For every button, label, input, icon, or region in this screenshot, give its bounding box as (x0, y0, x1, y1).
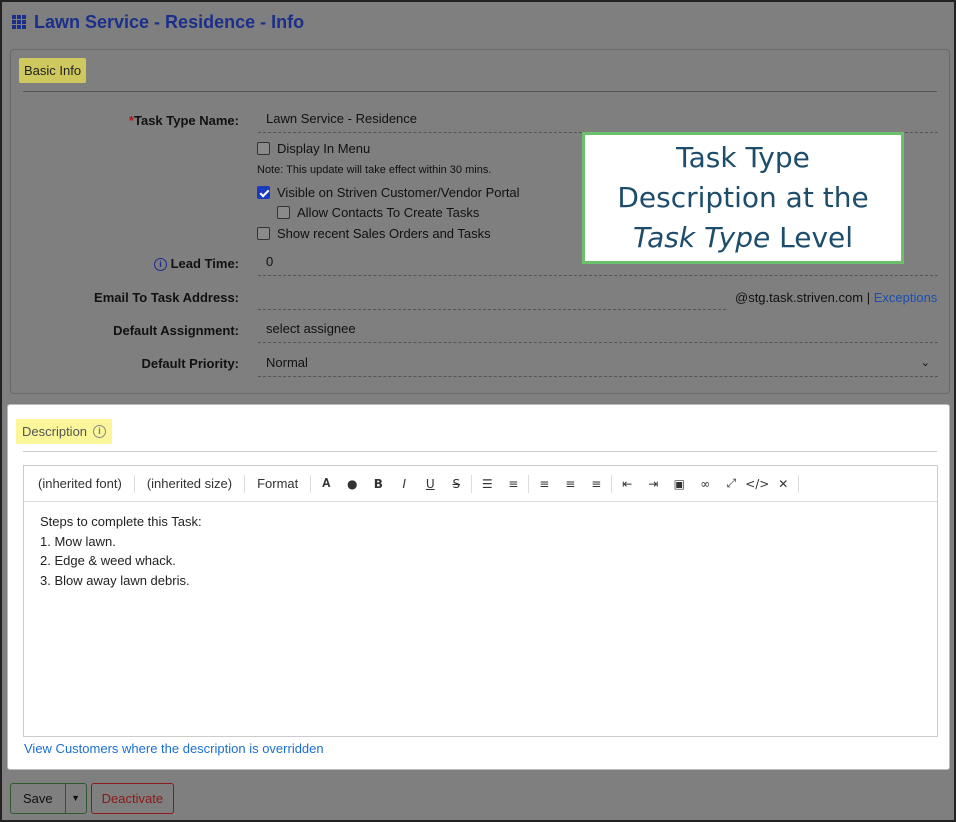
window-frame: Lawn Service - Residence - Info Basic In… (0, 0, 956, 822)
deactivate-button[interactable]: Deactivate (90, 783, 175, 814)
clear-format-icon[interactable]: ✕ (770, 477, 796, 491)
content-line: 2. Edge & weed whack. (40, 553, 176, 568)
save-split-button: Save ▼ (10, 783, 87, 814)
callout-line-2: Description at the (617, 181, 869, 214)
ordered-list-icon[interactable]: ☰ (474, 477, 500, 491)
link-icon[interactable]: ∞ (692, 477, 718, 491)
bold-icon[interactable]: B (365, 477, 391, 491)
default-assignment-label: Default Assignment: (113, 323, 239, 338)
info-icon[interactable]: i (93, 425, 107, 438)
info-icon[interactable]: i (153, 258, 167, 272)
email-to-task-label: Email To Task Address: (94, 290, 239, 305)
divider (23, 91, 937, 92)
editor-toolbar: (inherited font) (inherited size) Format… (24, 466, 937, 502)
lead-time-label: i Lead Time: (3, 256, 239, 272)
content-line: Steps to complete this Task: (40, 514, 202, 529)
task-type-name-label: *Task Type Name: (128, 113, 239, 128)
content-line: 1. Mow lawn. (40, 533, 116, 549)
indent-icon[interactable]: ⇥ (640, 477, 666, 491)
allow-contacts-option[interactable]: Allow Contacts To Create Tasks (277, 205, 479, 220)
content-line: 3. Blow away lawn debris. (40, 572, 190, 588)
rich-text-editor: (inherited font) (inherited size) Format… (23, 465, 938, 737)
font-family-dropdown[interactable]: (inherited font) (28, 476, 132, 491)
update-note: Note: This update will take effect withi… (257, 164, 492, 176)
view-overrides-link[interactable]: View Customers where the description is … (24, 741, 324, 756)
show-recent-checkbox[interactable] (257, 227, 270, 240)
exceptions-link[interactable]: Exceptions (874, 290, 938, 305)
task-type-name-input[interactable]: Lawn Service - Residence (258, 107, 938, 133)
italic-icon[interactable]: I (391, 477, 417, 491)
allow-contacts-checkbox[interactable] (277, 206, 290, 219)
action-bar: Save ▼ Deactivate (10, 783, 175, 814)
display-in-menu-option[interactable]: Display In Menu (257, 141, 370, 156)
description-label: Description i (16, 419, 113, 444)
visible-portal-checkbox[interactable] (257, 186, 270, 199)
default-priority-value: Normal (266, 355, 308, 370)
callout-line-1: Task Type (676, 141, 810, 174)
bullet-list-icon[interactable]: ≡ (500, 477, 526, 491)
save-button[interactable]: Save (11, 784, 66, 813)
format-dropdown[interactable]: Format (247, 476, 308, 491)
grid-icon[interactable] (12, 15, 26, 29)
caret-down-icon[interactable]: ▼ (66, 784, 86, 813)
visible-portal-option[interactable]: Visible on Striven Customer/Vendor Porta… (257, 185, 520, 200)
show-recent-label: Show recent Sales Orders and Tasks (277, 226, 491, 241)
basic-info-label: Basic Info (19, 58, 87, 83)
underline-icon[interactable]: U (417, 477, 443, 491)
callout-line-3: Task Type Level (632, 221, 854, 254)
code-view-icon[interactable]: </> (744, 477, 770, 491)
align-center-icon[interactable]: ≡ (557, 477, 583, 491)
page-header: Lawn Service - Residence - Info (12, 10, 304, 34)
display-in-menu-checkbox[interactable] (257, 142, 270, 155)
editor-content[interactable]: Steps to complete this Task: 1. Mow lawn… (24, 502, 937, 600)
visible-portal-label: Visible on Striven Customer/Vendor Porta… (277, 185, 520, 200)
image-icon[interactable]: ▣ (666, 477, 692, 491)
display-in-menu-label: Display In Menu (277, 141, 371, 156)
align-left-icon[interactable]: ≡ (531, 477, 557, 491)
allow-contacts-label: Allow Contacts To Create Tasks (297, 205, 480, 220)
highlight-color-icon[interactable]: ● (339, 477, 365, 491)
default-assignment-input[interactable]: select assignee (258, 317, 938, 343)
strikethrough-icon[interactable]: S (443, 477, 469, 491)
email-to-task-input[interactable] (258, 284, 726, 310)
chevron-down-icon[interactable]: ⌄ (921, 351, 930, 375)
show-recent-option[interactable]: Show recent Sales Orders and Tasks (257, 226, 491, 241)
divider (23, 451, 937, 452)
font-size-dropdown[interactable]: (inherited size) (137, 476, 242, 491)
fullscreen-icon[interactable]: ⤢ (718, 476, 744, 491)
font-color-icon[interactable]: 𝐀 (313, 476, 339, 491)
page-title: Lawn Service - Residence - Info (34, 11, 305, 32)
email-domain-suffix: @stg.task.striven.com | Exceptions (735, 290, 938, 305)
callout-box: Task Type Description at the Task Type L… (582, 132, 904, 264)
description-panel: Description i (inherited font) (inherite… (7, 404, 950, 770)
default-priority-label: Default Priority: (141, 356, 239, 371)
outdent-icon[interactable]: ⇤ (614, 477, 640, 491)
align-right-icon[interactable]: ≡ (583, 477, 609, 491)
default-priority-select[interactable]: Normal ⌄ (258, 351, 938, 377)
